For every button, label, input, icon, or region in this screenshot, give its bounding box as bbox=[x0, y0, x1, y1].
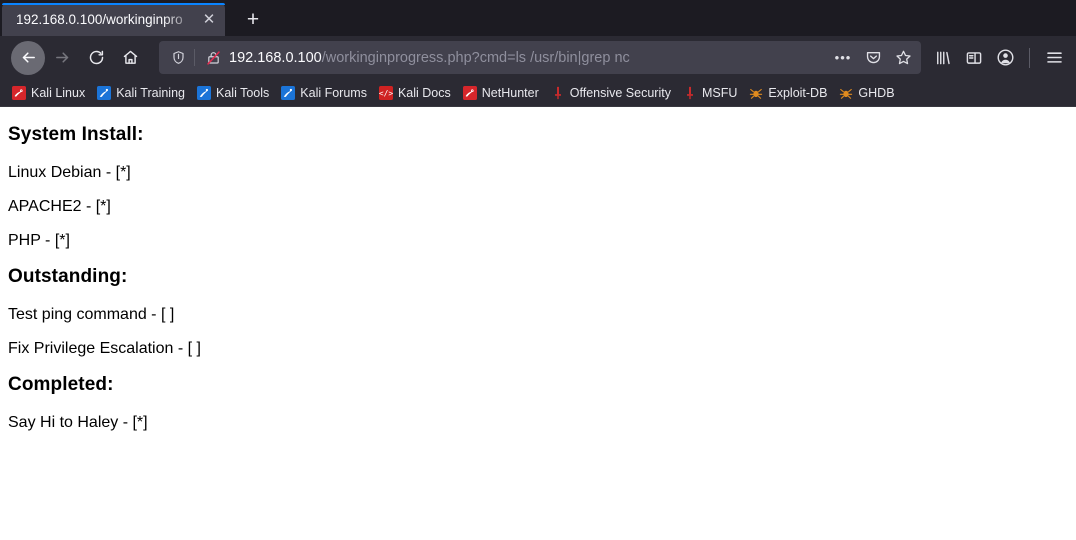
bookmark-label: Kali Docs bbox=[397, 85, 451, 100]
tab-strip: 192.168.0.100/workinginpro ✕ + bbox=[0, 0, 1076, 36]
bug-orange-icon bbox=[840, 88, 853, 99]
library-icon[interactable] bbox=[929, 44, 957, 72]
home-icon[interactable] bbox=[113, 41, 147, 75]
bookmark-nethunter[interactable]: NetHunter bbox=[457, 84, 545, 102]
bookmark-label: Kali Tools bbox=[216, 85, 270, 100]
sidebar-icon[interactable] bbox=[960, 44, 988, 72]
checklist-item: PHP - [*] bbox=[8, 232, 70, 249]
shield-icon[interactable] bbox=[167, 47, 189, 69]
navigation-toolbar: 192.168.0.100/workinginprogress.php?cmd=… bbox=[0, 36, 1076, 79]
bookmark-kali-training[interactable]: Kali Training bbox=[91, 84, 191, 102]
bookmark-offensive-security[interactable]: Offensive Security bbox=[545, 84, 677, 102]
sword-red-icon bbox=[554, 86, 561, 99]
sword-red-icon bbox=[686, 86, 693, 99]
bookmarks-toolbar: Kali Linux Kali Training Kali Tools Kali… bbox=[0, 79, 1076, 107]
broken-lock-icon[interactable] bbox=[203, 48, 223, 68]
bookmark-label: NetHunter bbox=[481, 85, 539, 100]
tab-title: 192.168.0.100/workinginpro bbox=[16, 12, 183, 27]
new-tab-button[interactable]: + bbox=[237, 4, 269, 34]
bookmark-kali-forums[interactable]: Kali Forums bbox=[275, 84, 373, 102]
url-host: 192.168.0.100 bbox=[229, 49, 322, 66]
bookmark-msfu[interactable]: MSFU bbox=[677, 84, 743, 102]
star-icon[interactable] bbox=[889, 44, 917, 72]
bookmark-kali-docs[interactable]: </> Kali Docs bbox=[373, 84, 457, 102]
kali-dragon-red-icon bbox=[12, 85, 26, 100]
section-heading-outstanding: Outstanding: bbox=[8, 266, 128, 287]
bookmark-kali-tools[interactable]: Kali Tools bbox=[191, 84, 275, 102]
code-red-icon: </> bbox=[378, 85, 393, 100]
hamburger-menu-icon[interactable] bbox=[1040, 44, 1068, 72]
bookmark-exploit-db[interactable]: Exploit-DB bbox=[743, 84, 833, 102]
bookmark-label: MSFU bbox=[701, 85, 738, 100]
url-actions: ••• bbox=[829, 44, 917, 72]
bookmark-label: Kali Training bbox=[116, 85, 185, 100]
checklist-item: APACHE2 - [*] bbox=[8, 198, 111, 215]
url-divider bbox=[194, 49, 195, 66]
reload-icon[interactable] bbox=[79, 41, 113, 75]
browser-window: 192.168.0.100/workinginpro ✕ + 192.168.0… bbox=[0, 0, 1076, 540]
checklist-item: Test ping command - [ ] bbox=[8, 306, 175, 323]
section-heading-completed: Completed: bbox=[8, 374, 114, 395]
forward-arrow-icon bbox=[45, 41, 79, 75]
kali-dragon-blue-icon bbox=[97, 85, 112, 100]
bookmark-kali-linux[interactable]: Kali Linux bbox=[6, 84, 91, 102]
bookmark-label: Kali Forums bbox=[300, 85, 367, 100]
tab-active[interactable]: 192.168.0.100/workinginpro ✕ bbox=[2, 3, 225, 36]
address-bar[interactable]: 192.168.0.100/workinginprogress.php?cmd=… bbox=[159, 41, 921, 74]
bookmark-label: Exploit-DB bbox=[768, 85, 828, 100]
close-icon[interactable]: ✕ bbox=[199, 10, 219, 30]
checklist-item: Linux Debian - [*] bbox=[8, 164, 131, 181]
section-heading-system-install: System Install: bbox=[8, 124, 144, 145]
back-arrow-icon[interactable] bbox=[11, 40, 45, 75]
kali-dragon-red-icon bbox=[462, 85, 477, 100]
bookmark-label: GHDB bbox=[858, 85, 895, 100]
kali-dragon-blue-icon bbox=[281, 85, 296, 100]
url-text[interactable]: 192.168.0.100/workinginprogress.php?cmd=… bbox=[229, 50, 829, 66]
page-actions-icon[interactable]: ••• bbox=[829, 44, 857, 72]
checklist-item: Fix Privilege Escalation - [ ] bbox=[8, 340, 201, 357]
bookmark-label: Kali Linux bbox=[31, 85, 86, 100]
svg-text:</>: </> bbox=[379, 89, 393, 98]
checklist-item: Say Hi to Haley - [*] bbox=[8, 414, 148, 431]
kali-dragon-blue-icon bbox=[197, 85, 211, 100]
url-path: /workinginprogress.php?cmd=ls /usr/bin|g… bbox=[321, 49, 630, 66]
page-content: System Install: Linux Debian - [*] APACH… bbox=[0, 107, 1076, 539]
bookmark-label: Offensive Security bbox=[569, 85, 671, 100]
bug-orange-icon bbox=[750, 88, 763, 99]
toolbar-divider bbox=[1029, 47, 1030, 68]
toolbar-right-actions bbox=[929, 44, 1068, 72]
bookmark-ghdb[interactable]: GHDB bbox=[833, 84, 900, 102]
pocket-icon[interactable] bbox=[859, 44, 887, 72]
account-icon[interactable] bbox=[991, 44, 1019, 72]
